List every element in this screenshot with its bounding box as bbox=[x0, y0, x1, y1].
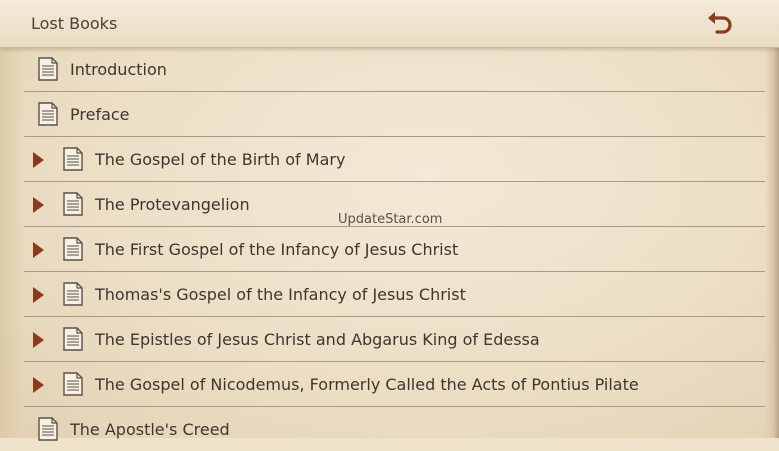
undo-arrow-icon bbox=[708, 12, 732, 34]
document-icon bbox=[63, 237, 83, 261]
item-label: The Protevangelion bbox=[95, 195, 250, 214]
expand-arrow-icon[interactable] bbox=[33, 377, 44, 393]
expand-arrow-icon[interactable] bbox=[33, 332, 44, 348]
list-item[interactable]: The Gospel of Nicodemus, Formerly Called… bbox=[24, 362, 765, 407]
item-label: Preface bbox=[70, 105, 130, 124]
watermark-text: UpdateStar.com bbox=[338, 212, 443, 227]
app-header: Lost Books bbox=[0, 0, 779, 48]
book-list: Introduction Preface The Gospel of the B… bbox=[24, 47, 765, 451]
page-title: Lost Books bbox=[31, 14, 118, 33]
expand-arrow-icon[interactable] bbox=[33, 197, 44, 213]
list-item[interactable]: The Apostle's Creed bbox=[24, 407, 765, 451]
list-item[interactable]: Preface bbox=[24, 92, 765, 137]
document-icon bbox=[38, 57, 58, 81]
page-edge-left bbox=[0, 0, 24, 438]
document-icon bbox=[38, 417, 58, 441]
list-item[interactable]: The Epistles of Jesus Christ and Abgarus… bbox=[24, 317, 765, 362]
list-item[interactable]: The First Gospel of the Infancy of Jesus… bbox=[24, 227, 765, 272]
item-label: Thomas's Gospel of the Infancy of Jesus … bbox=[95, 285, 466, 304]
list-item[interactable]: Thomas's Gospel of the Infancy of Jesus … bbox=[24, 272, 765, 317]
document-icon bbox=[63, 372, 83, 396]
document-icon bbox=[63, 327, 83, 351]
document-icon bbox=[63, 147, 83, 171]
back-button[interactable] bbox=[704, 9, 736, 37]
item-label: The Gospel of the Birth of Mary bbox=[95, 150, 346, 169]
expand-arrow-icon[interactable] bbox=[33, 242, 44, 258]
list-item[interactable]: The Gospel of the Birth of Mary bbox=[24, 137, 765, 182]
document-icon bbox=[63, 192, 83, 216]
item-label: The Gospel of Nicodemus, Formerly Called… bbox=[95, 375, 639, 394]
item-label: The Apostle's Creed bbox=[70, 420, 230, 439]
item-label: Introduction bbox=[70, 60, 167, 79]
expand-arrow-icon[interactable] bbox=[33, 287, 44, 303]
item-label: The First Gospel of the Infancy of Jesus… bbox=[95, 240, 459, 259]
page-edge-right bbox=[765, 0, 779, 438]
item-label: The Epistles of Jesus Christ and Abgarus… bbox=[95, 330, 540, 349]
expand-arrow-icon[interactable] bbox=[33, 152, 44, 168]
document-icon bbox=[63, 282, 83, 306]
document-icon bbox=[38, 102, 58, 126]
list-item[interactable]: Introduction bbox=[24, 47, 765, 92]
